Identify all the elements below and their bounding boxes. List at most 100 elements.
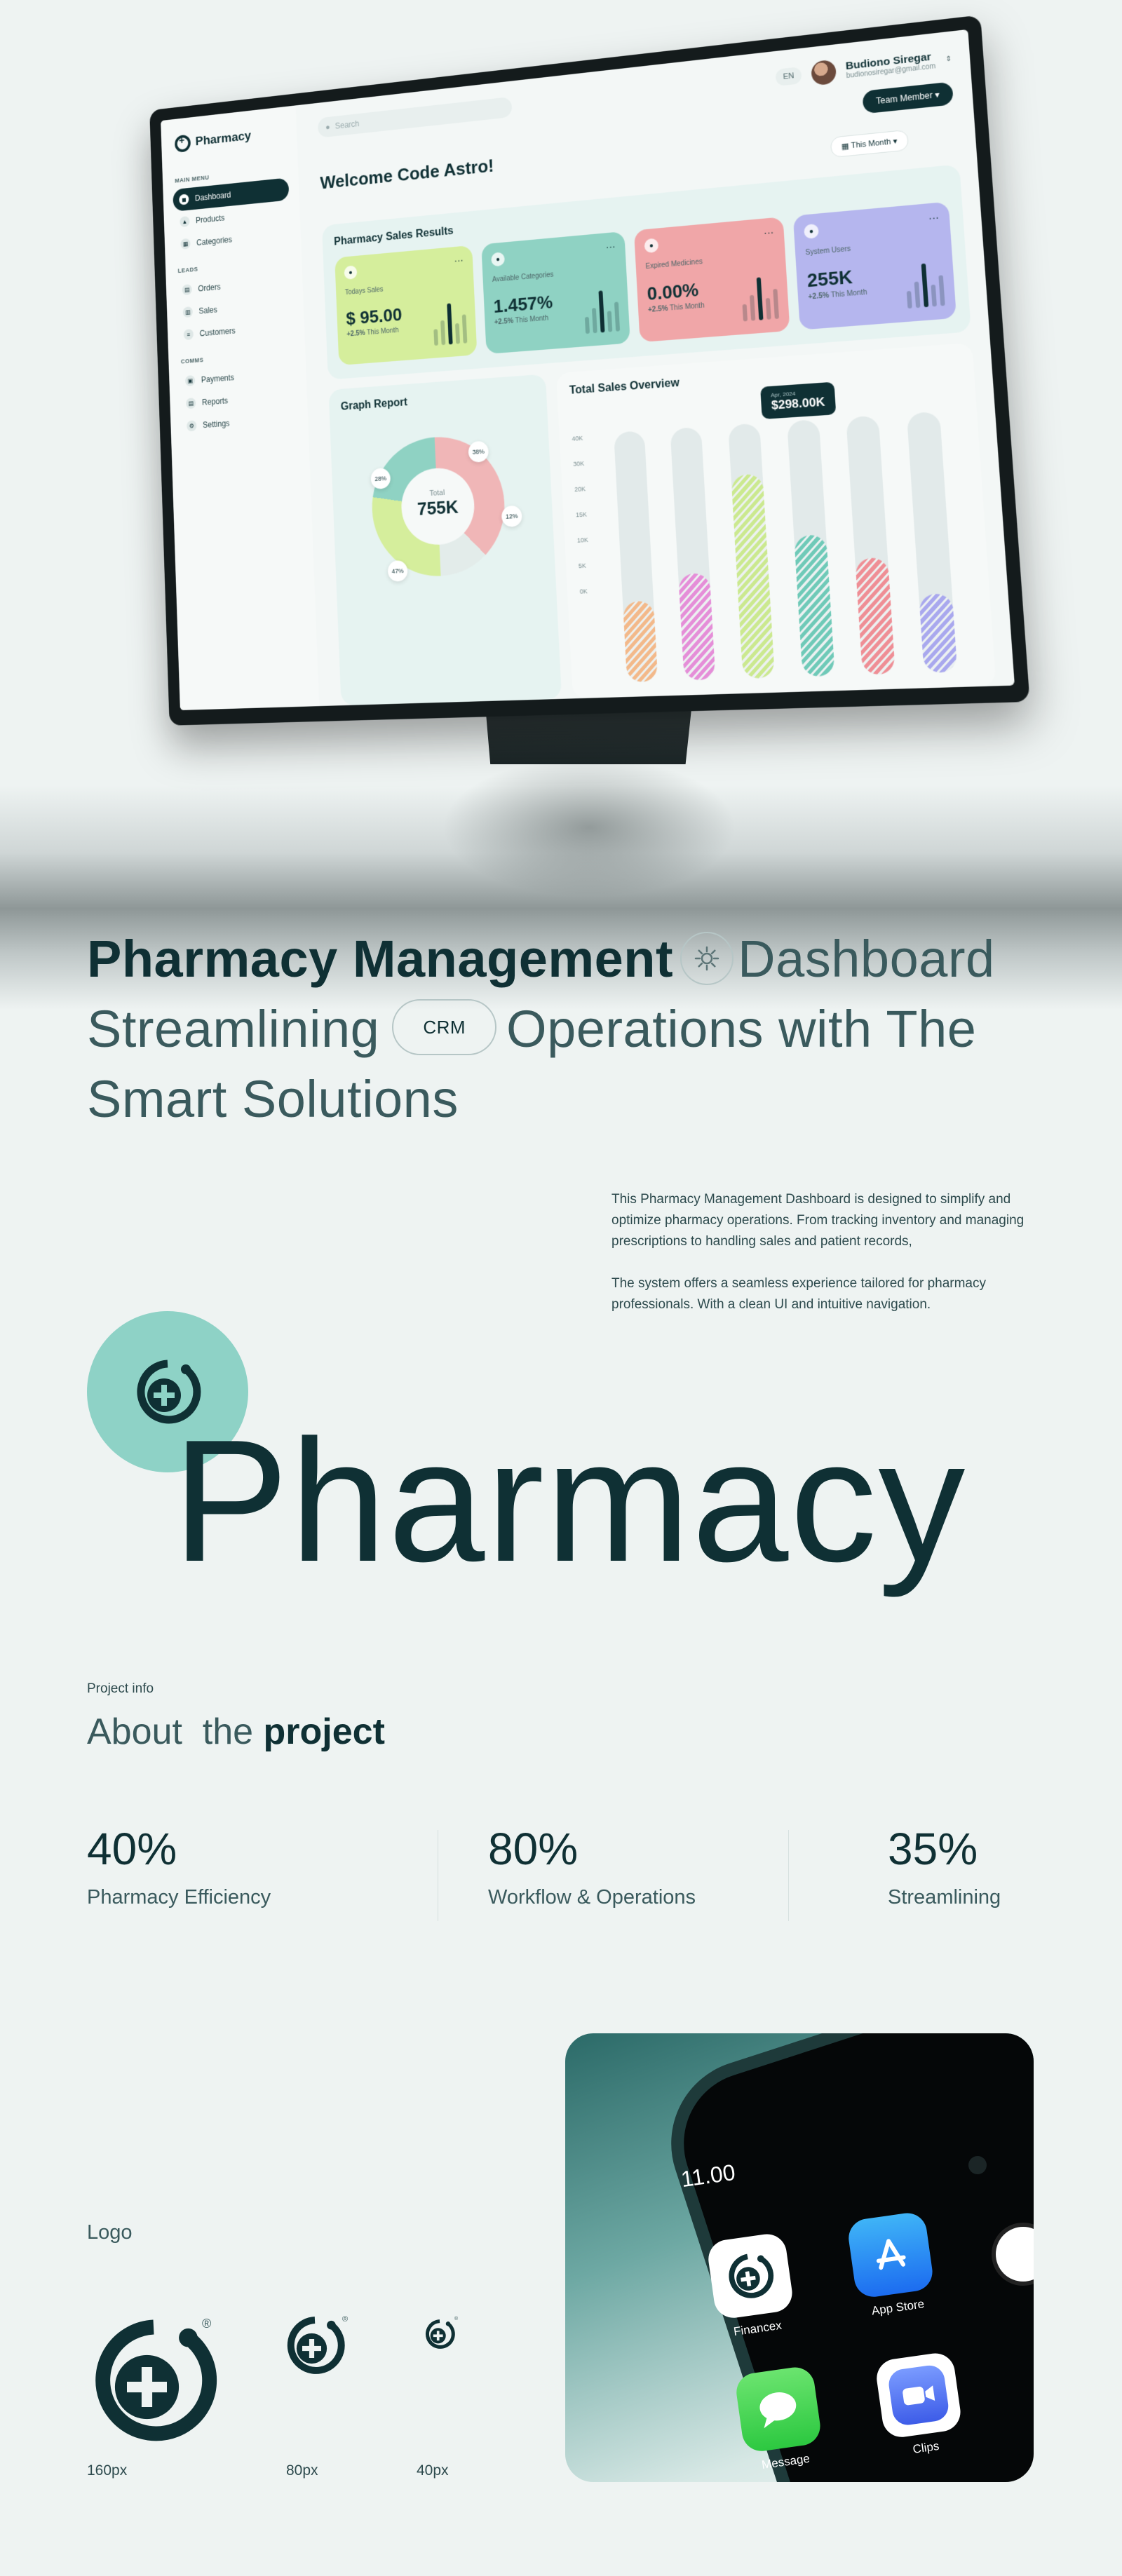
sales-overview-panel: Total Sales Overview 40K 30K 20K 15K 10K 5K 0K… — [556, 342, 996, 699]
team-member-label: Team Member — [875, 90, 933, 107]
more-icon[interactable]: ··· — [454, 255, 464, 266]
dashboard-brand[interactable]: Pharmacy — [174, 123, 287, 153]
project-description: This Pharmacy Management Dashboard is de… — [611, 1189, 1046, 1336]
dashboard-main: ● Search EN Budiono Siregar budionosireg… — [302, 29, 1015, 706]
project-info-label: Project info — [87, 1681, 154, 1696]
stat-value: 80% — [488, 1824, 579, 1874]
y-tick-label: 30K — [573, 459, 585, 468]
headline-line-1: Pharmacy Management Dashboard — [87, 924, 1069, 994]
kpi-card[interactable]: ● Available Categories 1.457% +2.5% This Mo… — [481, 231, 630, 354]
logo-size-label: 40px — [417, 2462, 449, 2479]
kpi-card[interactable]: ● System Users 255K +2.5% This Month ··· — [792, 201, 957, 330]
registered-mark: ® — [454, 2317, 459, 2321]
logo-80-icon — [287, 2317, 345, 2374]
kpi-mini-bar — [765, 297, 771, 320]
stat-value: 40% — [87, 1824, 177, 1874]
sidebar-item-label: Categories — [196, 234, 233, 248]
logo-size-label: 80px — [286, 2462, 318, 2479]
kpi-mini-bar — [749, 294, 756, 321]
donut-center: Total 755K — [372, 485, 505, 522]
kpi-label: System Users — [805, 245, 851, 257]
kpi-mini-bar — [447, 303, 453, 345]
sidebar-item-label: Sales — [198, 304, 218, 316]
description-paragraph: This Pharmacy Management Dashboard is de… — [611, 1192, 1025, 1249]
dashboard-sidebar: Pharmacy MAIN MENU◼Dashboard▲Products▦Ca… — [161, 105, 320, 710]
overview-bar-fill — [622, 600, 658, 683]
sidebar-item-label: Payments — [201, 372, 235, 385]
about-title: About the project — [87, 1711, 385, 1753]
kpi-mini-bar — [756, 277, 764, 320]
kpi-label: Available Categories — [492, 271, 554, 284]
sidebar-item-label: Customers — [199, 325, 236, 339]
kpi-mini-bars — [583, 289, 621, 334]
description-paragraph: The system offers a seamless experience … — [611, 1276, 986, 1312]
overview-bar[interactable] — [846, 415, 896, 675]
sidebar-item-label: Settings — [202, 418, 230, 430]
logo-160-icon — [95, 2319, 217, 2441]
kpi-label: Todays Sales — [344, 285, 384, 297]
app-financex[interactable]: Financex — [705, 2231, 798, 2341]
kpi-mini-bar — [584, 316, 590, 334]
stat-item: 40% Pharmacy Efficiency — [87, 1823, 271, 1909]
stats-row: 40% Pharmacy Efficiency 80% Workflow & O… — [87, 1823, 1034, 1935]
headline-streamlining: Streamlining — [87, 1000, 380, 1058]
graph-report-title: Graph Report — [340, 396, 408, 413]
overview-bar[interactable] — [786, 419, 835, 677]
overview-bar[interactable] — [906, 411, 958, 673]
kpi-mini-bar — [921, 263, 929, 308]
y-tick-label: 0K — [579, 588, 588, 595]
overview-tooltip: Apr, 2024 $298.00K — [760, 381, 837, 420]
about-strong: project — [263, 1711, 385, 1752]
sidebar-item-label: Orders — [198, 282, 221, 294]
headline: Pharmacy Management Dashboard Streamlini… — [87, 924, 1069, 1134]
overview-bar[interactable] — [728, 423, 776, 679]
kpi-card[interactable]: ● Expired Medicines 0.00% +2.5% This Month ·… — [633, 217, 790, 343]
graph-report-panel: Graph Report Total 755K 28% 38% 12% 47% — [328, 374, 562, 706]
headline-strong: Pharmacy Management — [87, 930, 674, 988]
logo-40-icon — [425, 2319, 455, 2349]
overview-bar[interactable] — [670, 426, 716, 681]
sidebar-item-label: Reports — [201, 395, 229, 407]
stat-value: 35% — [888, 1824, 978, 1874]
headline-line-2: Streamlining CRM Operations with The — [87, 994, 1069, 1064]
crm-chip: CRM — [392, 999, 497, 1056]
app-message[interactable]: Message — [734, 2364, 826, 2474]
kpi-mini-bar — [938, 275, 945, 306]
language-selector[interactable]: EN — [775, 67, 802, 86]
search-placeholder: Search — [334, 118, 360, 131]
kpi-mini-bar — [454, 323, 460, 344]
monitor-frame: Pharmacy MAIN MENU◼Dashboard▲Products▦Ca… — [149, 15, 1030, 726]
clips-app-icon — [874, 2350, 964, 2440]
phone-mockup-card: 11.00 Financex App Store Message Clips — [565, 2033, 1034, 2482]
app-store-icon — [846, 2210, 935, 2300]
kpi-mini-bars — [905, 262, 945, 309]
overview-bar[interactable] — [613, 431, 658, 683]
app-app-store[interactable]: App Store — [846, 2210, 938, 2320]
headline-line-3: Smart Solutions — [87, 1070, 459, 1128]
customers-icon: ≡ — [183, 328, 194, 341]
reports-icon: ▤ — [185, 398, 196, 409]
search-input[interactable]: ● Search — [317, 96, 513, 138]
kpi-icon: ● — [804, 223, 819, 240]
kpi-mini-bar — [607, 311, 613, 332]
avatar[interactable] — [810, 59, 837, 86]
message-icon — [734, 2364, 823, 2454]
kpi-card[interactable]: ● Todays Sales $ 95.00 +2.5% This Month ··· — [334, 245, 478, 366]
kpi-cards: ● Todays Sales $ 95.00 +2.5% This Month ··· ●… — [334, 201, 957, 366]
more-icon[interactable]: ··· — [764, 226, 774, 238]
user-info: Budiono Siregar budionosiregar@gmail.com — [845, 50, 935, 80]
app-clips[interactable]: Clips — [874, 2350, 966, 2460]
tooltip-value: $298.00K — [771, 395, 825, 412]
chevron-updown-icon[interactable]: ⇕ — [945, 55, 952, 63]
sidebar-menu: MAIN MENU ◼ Dashboard ▲ Products ▦ Categories L… — [173, 165, 299, 438]
period-label: This Month — [851, 137, 891, 151]
logo-section-title: Logo — [87, 2221, 133, 2244]
more-icon[interactable]: ··· — [928, 211, 940, 224]
kpi-mini-bar — [433, 329, 439, 346]
kpi-label: Expired Medicines — [645, 258, 703, 271]
stat-label: Pharmacy Efficiency — [87, 1886, 271, 1909]
kpi-mini-bar — [440, 320, 446, 346]
more-icon[interactable]: ··· — [605, 240, 616, 252]
kpi-icon: ● — [491, 252, 506, 267]
donut-percent-badge: 12% — [501, 505, 522, 528]
